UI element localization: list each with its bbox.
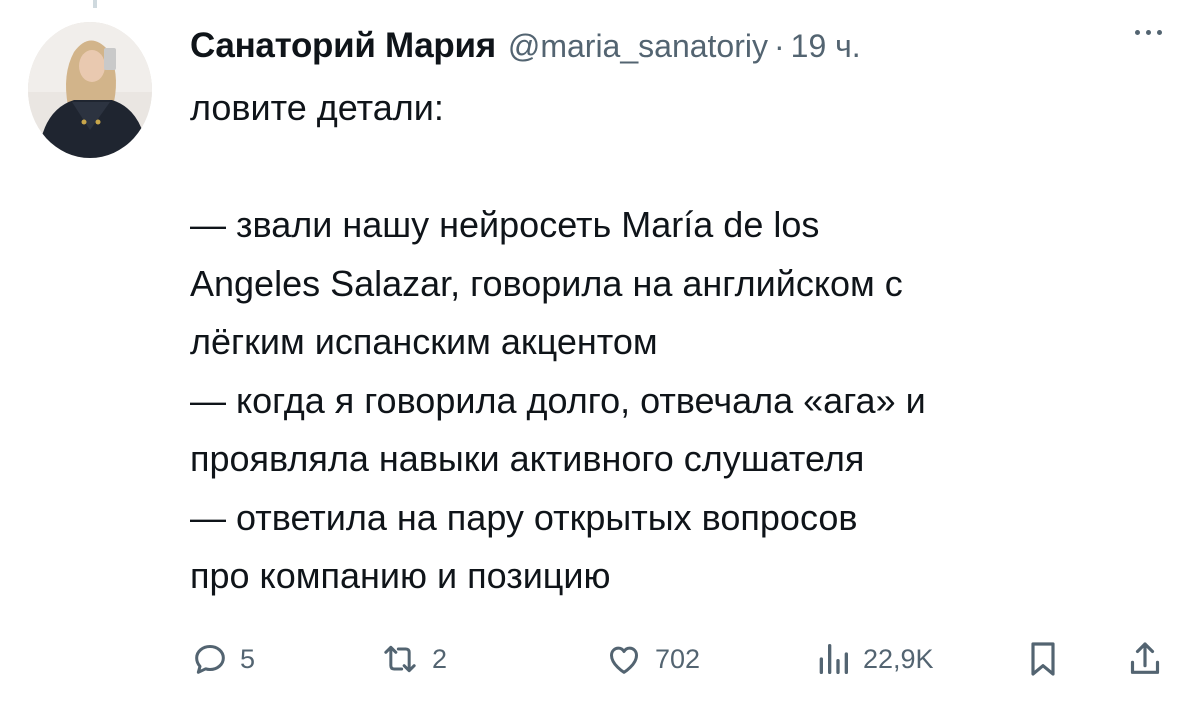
author-name[interactable]: Санаторий Мария <box>190 26 496 66</box>
like-button[interactable]: 702 <box>603 630 700 688</box>
thread-connector-line <box>93 0 97 8</box>
share-button[interactable] <box>1125 630 1165 688</box>
tweet-line: — ответила на пару открытых вопросов <box>190 496 858 538</box>
like-icon <box>610 646 638 674</box>
tweet-line: проявляла навыки активного слушателя <box>190 438 865 479</box>
reply-button[interactable]: 5 <box>190 630 255 688</box>
bookmark-button[interactable] <box>1023 630 1063 688</box>
repost-button[interactable]: 2 <box>378 630 447 688</box>
tweet-actions: 5 2 702 22,9K <box>185 630 1170 688</box>
separator-dot: · <box>773 27 785 64</box>
reply-icon <box>195 645 225 674</box>
tweet-line: Angeles Salazar, говорила на английском … <box>190 262 903 304</box>
tweet-line: про компанию и позицию <box>190 555 611 596</box>
avatar[interactable] <box>28 22 152 158</box>
tweet-text: ловите детали: — звали нашу нейросеть Ma… <box>190 79 1170 606</box>
tweet-line: ловите детали: <box>190 87 444 128</box>
share-icon <box>1130 642 1160 674</box>
tweet-line: — звали нашу нейросеть María de los <box>190 204 820 245</box>
reply-count: 5 <box>240 643 256 674</box>
like-count: 702 <box>655 643 701 674</box>
avatar-photo <box>28 22 152 158</box>
tweet-line: лёгким испанским акцентом <box>190 321 658 362</box>
author-handle[interactable]: @maria_sanatoriy <box>508 28 768 65</box>
tweet-line <box>190 138 1170 197</box>
tweet-time[interactable]: 19 ч. <box>791 28 861 65</box>
views-button[interactable]: 22,9K <box>813 630 934 688</box>
repost-count: 2 <box>432 643 448 674</box>
repost-icon <box>384 645 416 673</box>
more-icon[interactable] <box>1135 30 1162 35</box>
bookmark-icon <box>1031 642 1055 676</box>
views-icon <box>819 644 848 674</box>
views-count: 22,9K <box>863 643 934 674</box>
tweet-header: Санаторий Мария @maria_sanatoriy · 19 ч. <box>190 18 861 74</box>
tweet-line: — когда я говорила долго, отвечала «ага»… <box>190 379 926 421</box>
